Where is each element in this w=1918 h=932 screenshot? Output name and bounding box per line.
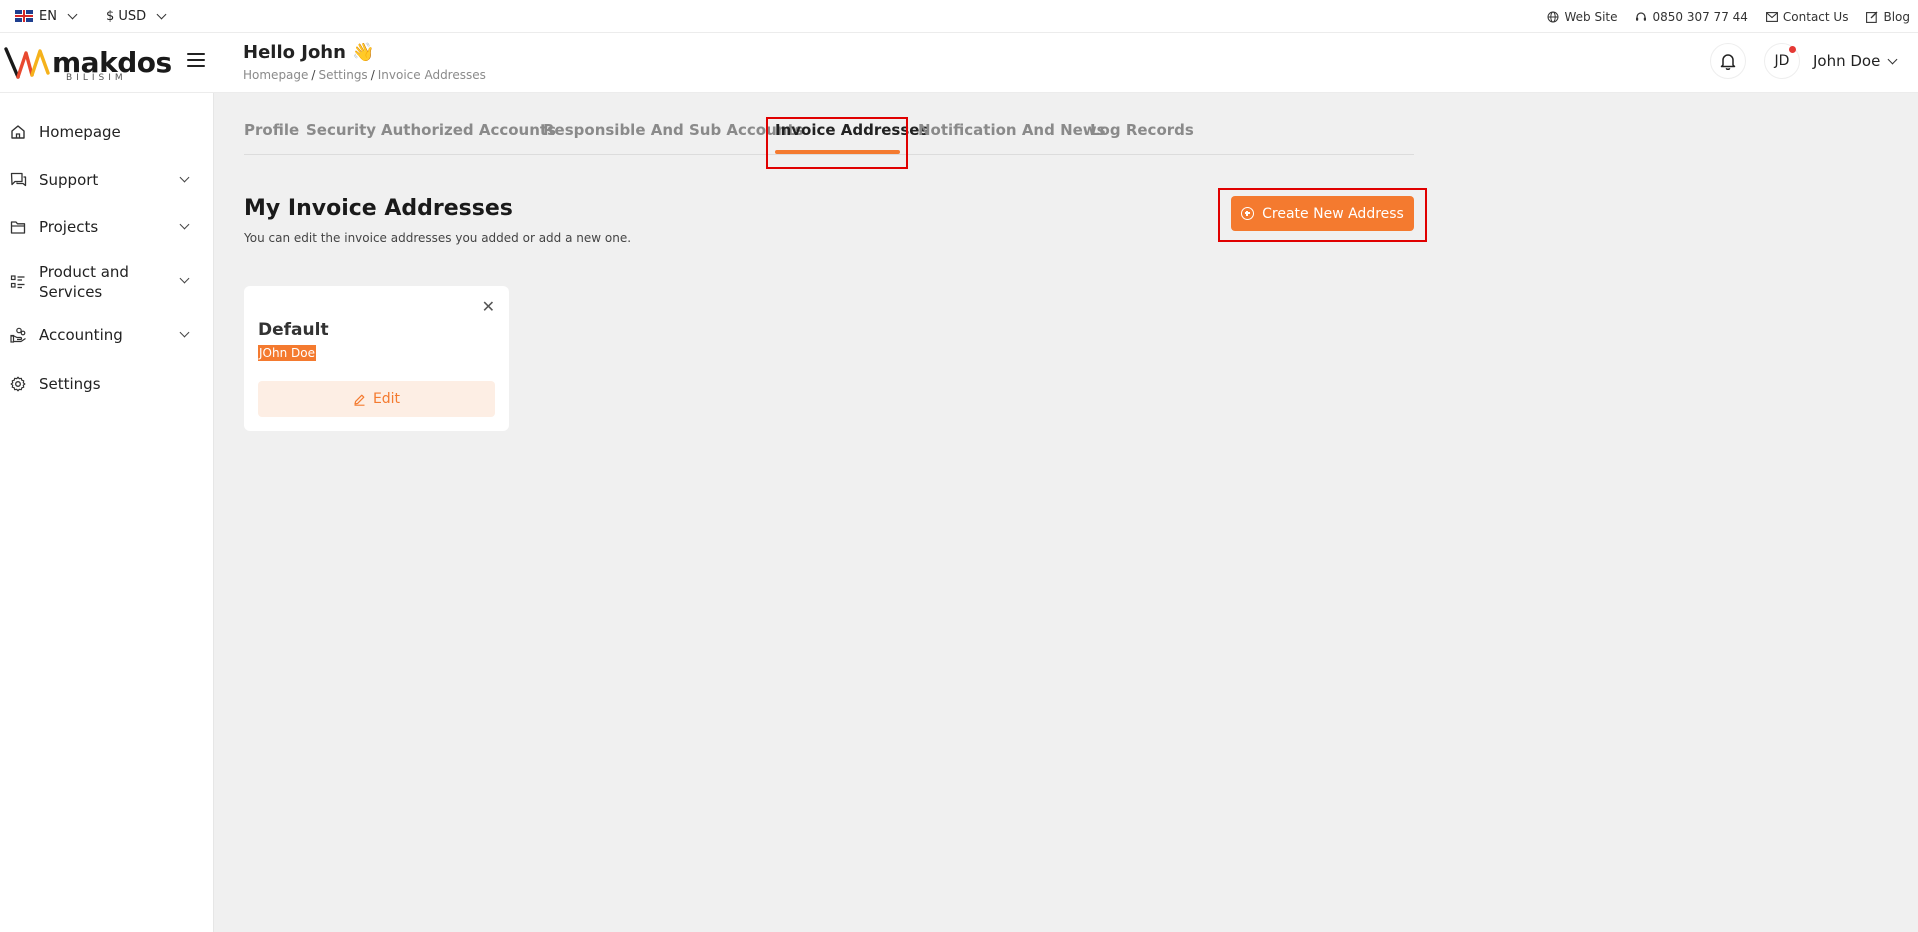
sidebar-item-label: Accounting — [39, 326, 123, 344]
sidebar-item-label: Support — [39, 171, 99, 189]
tab-authorized-accounts[interactable]: Authorized Accounts — [381, 121, 556, 139]
sidebar-item-product-and-services[interactable]: Product and Services — [0, 261, 214, 303]
blog-label: Blog — [1883, 9, 1910, 24]
avatar[interactable]: JD — [1764, 43, 1800, 79]
pencil-icon — [354, 394, 365, 406]
tab-profile[interactable]: Profile — [244, 121, 299, 139]
tab-notification-and-news[interactable]: Notification And News — [918, 121, 1106, 139]
phone-label: 0850 307 77 44 — [1652, 9, 1748, 24]
page-subtitle: You can edit the invoice addresses you a… — [244, 231, 632, 245]
chevron-down-icon — [179, 219, 190, 230]
mail-icon — [1765, 11, 1778, 22]
user-name: John Doe — [1813, 52, 1881, 70]
sidebar-item-label: Homepage — [39, 123, 121, 141]
uk-flag-icon — [15, 10, 33, 22]
sidebar: Homepage Support Projects Product and Se… — [0, 93, 214, 932]
website-link[interactable]: Web Site — [1547, 10, 1617, 24]
edit-square-icon — [1866, 11, 1878, 23]
chevron-down-icon — [179, 273, 190, 284]
avatar-initials: JD — [1774, 53, 1790, 69]
chat-icon — [9, 171, 27, 189]
top-utility-bar: EN $ USD Web Site 0850 307 77 44 Contact… — [0, 0, 1918, 33]
gear-icon — [9, 375, 27, 393]
address-name: Default — [258, 320, 329, 340]
breadcrumb-homepage[interactable]: Homepage — [243, 68, 308, 82]
sidebar-item-homepage[interactable]: Homepage — [0, 122, 214, 142]
user-menu[interactable]: John Doe — [1813, 52, 1898, 70]
website-label: Web Site — [1564, 9, 1618, 24]
status-dot — [1789, 46, 1796, 53]
blog-link[interactable]: Blog — [1866, 10, 1910, 24]
address-card: ✕ Default JOhn Doe Edit — [244, 286, 509, 431]
breadcrumb: Homepage / Settings / Invoice Addresses — [243, 68, 486, 82]
contact-link[interactable]: Contact Us — [1765, 9, 1849, 24]
breadcrumb-settings[interactable]: Settings — [318, 68, 367, 82]
list-icon — [9, 273, 27, 291]
sidebar-item-label: Projects — [39, 218, 99, 236]
tab-security[interactable]: Security — [306, 121, 376, 139]
sidebar-item-support[interactable]: Support — [0, 170, 214, 190]
sidebar-item-settings[interactable]: Settings — [0, 374, 214, 394]
chevron-down-icon — [156, 9, 167, 19]
currency-label: $ USD — [105, 8, 147, 24]
logo-subtitle: BILISIM — [66, 73, 127, 83]
highlight-box-tab — [766, 117, 908, 169]
menu-toggle-icon[interactable] — [187, 53, 205, 67]
hand-coins-icon — [9, 326, 27, 344]
brand-logo[interactable]: makdos BILISIM — [4, 43, 172, 83]
contact-label: Contact Us — [1782, 9, 1849, 24]
address-person: JOhn Doe — [258, 345, 316, 361]
home-icon — [9, 123, 27, 141]
page-title: My Invoice Addresses — [244, 196, 513, 221]
chevron-down-icon — [1887, 54, 1898, 64]
sidebar-item-label: Settings — [39, 375, 101, 393]
sidebar-item-accounting[interactable]: Accounting — [0, 325, 214, 345]
tab-responsible-and-sub-accounts[interactable]: Responsible And Sub Accounts — [543, 121, 804, 139]
notification-bell-icon[interactable] — [1710, 43, 1746, 79]
chevron-down-icon — [67, 9, 78, 19]
chevron-down-icon — [179, 327, 190, 338]
sidebar-item-label: Product and Services — [39, 263, 129, 301]
edit-label: Edit — [372, 391, 401, 407]
header: makdos BILISIM Hello John 👋 Homepage / Set… — [0, 33, 1918, 93]
language-label: EN — [39, 8, 57, 24]
makdos-mark-icon — [4, 47, 50, 79]
globe-icon — [1547, 11, 1559, 22]
edit-button[interactable]: Edit — [258, 381, 495, 417]
greeting: Hello John 👋 — [243, 42, 375, 63]
highlight-box-create-button — [1218, 188, 1427, 242]
folder-icon — [9, 218, 27, 236]
currency-selector[interactable]: $ USD — [105, 8, 167, 24]
close-icon[interactable]: ✕ — [482, 297, 495, 316]
tab-log-records[interactable]: Log Records — [1090, 121, 1194, 139]
headset-icon — [1636, 11, 1647, 21]
sidebar-item-projects[interactable]: Projects — [0, 217, 214, 237]
language-selector[interactable]: EN — [15, 8, 78, 24]
breadcrumb-current: Invoice Addresses — [377, 68, 486, 82]
phone-link[interactable]: 0850 307 77 44 — [1635, 9, 1748, 24]
chevron-down-icon — [179, 172, 190, 183]
